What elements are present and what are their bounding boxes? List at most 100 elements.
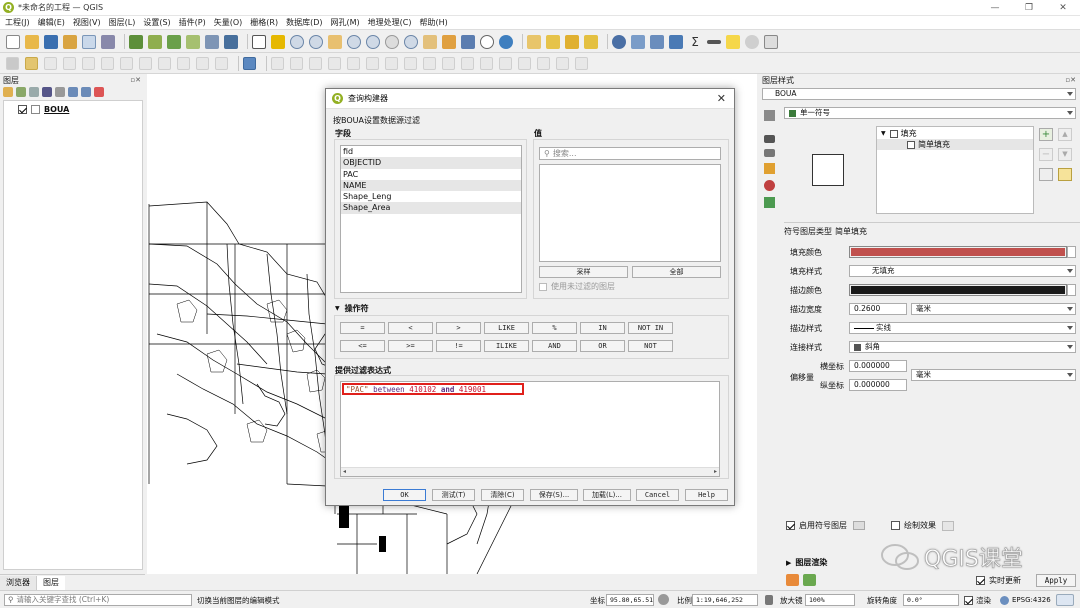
add-raster-icon[interactable] bbox=[167, 34, 181, 49]
save-button[interactable]: 保存(S)... bbox=[530, 489, 578, 501]
op-less-equal-button[interactable]: <= bbox=[340, 340, 385, 352]
add-part-icon[interactable] bbox=[347, 56, 360, 70]
save-project-icon[interactable] bbox=[44, 34, 58, 49]
save-edits-icon[interactable] bbox=[44, 56, 57, 70]
locator-search-input[interactable]: ⚲ 请输入关键字查找 (Ctrl+K) bbox=[4, 594, 192, 606]
text-annotation-icon[interactable] bbox=[764, 34, 778, 49]
split-parts-icon[interactable] bbox=[518, 56, 531, 70]
open-layer-styling-icon[interactable] bbox=[3, 87, 13, 97]
zoom-selection-icon[interactable] bbox=[347, 34, 361, 49]
add-vector-icon[interactable] bbox=[148, 34, 162, 49]
lock-color-button[interactable] bbox=[1058, 168, 1072, 181]
values-list[interactable] bbox=[539, 164, 721, 262]
panel-float-close-icon[interactable]: ▫✕ bbox=[130, 76, 141, 84]
open-table-icon[interactable] bbox=[631, 34, 645, 49]
duplicate-layer-button[interactable] bbox=[1039, 168, 1053, 181]
clear-button[interactable]: 清除(C) bbox=[481, 489, 524, 501]
minimize-button[interactable]: — bbox=[978, 0, 1012, 16]
field-item[interactable]: fid bbox=[341, 146, 521, 157]
collapse-arrow-icon[interactable]: ▶ bbox=[786, 559, 791, 567]
op-less-than-button[interactable]: < bbox=[388, 322, 433, 334]
layer-render-row[interactable]: ▶ 图层渲染 bbox=[786, 557, 827, 568]
op-greater-equal-button[interactable]: >= bbox=[388, 340, 433, 352]
trim-extend-icon[interactable] bbox=[480, 56, 493, 70]
paste-icon[interactable] bbox=[177, 56, 190, 70]
pan-icon[interactable] bbox=[252, 34, 266, 49]
field-item[interactable]: Shape_Leng bbox=[341, 191, 521, 202]
field-item[interactable]: OBJECTID bbox=[341, 157, 521, 169]
menu-edit[interactable]: 编辑(E) bbox=[38, 16, 65, 30]
add-feature-icon[interactable] bbox=[82, 56, 95, 70]
op-or-button[interactable]: OR bbox=[580, 340, 625, 352]
menu-view[interactable]: 视图(V) bbox=[73, 16, 101, 30]
dialog-close-icon[interactable]: ✕ bbox=[717, 92, 726, 105]
toggle-extents-icon[interactable] bbox=[658, 594, 669, 605]
op-not-in-button[interactable]: NOT IN bbox=[628, 322, 673, 334]
new-bookmark-icon[interactable] bbox=[423, 34, 437, 49]
test-button[interactable]: 测试(T) bbox=[432, 489, 475, 501]
refresh-icon[interactable] bbox=[499, 34, 513, 49]
coordinate-field[interactable]: 95.80,65.51 bbox=[606, 594, 654, 606]
measure-icon[interactable] bbox=[707, 39, 721, 44]
op-like-button[interactable]: LIKE bbox=[484, 322, 529, 334]
menu-raster[interactable]: 栅格(R) bbox=[250, 16, 278, 30]
draw-effects-checkbox[interactable] bbox=[891, 521, 900, 530]
help-button[interactable]: Help bbox=[685, 489, 728, 501]
digitize-icon[interactable] bbox=[63, 56, 76, 70]
op-not-button[interactable]: NOT bbox=[628, 340, 673, 352]
enable-symbol-layer-checkbox[interactable] bbox=[786, 521, 795, 530]
menu-settings[interactable]: 设置(S) bbox=[143, 16, 170, 30]
filter-expression-icon[interactable] bbox=[55, 87, 65, 97]
open-project-icon[interactable] bbox=[25, 34, 39, 49]
op-percent-button[interactable]: % bbox=[532, 322, 577, 334]
toggle-editing-icon[interactable] bbox=[25, 56, 38, 70]
op-not-equal-button[interactable]: != bbox=[436, 340, 481, 352]
select-by-value-icon[interactable] bbox=[546, 34, 560, 49]
all-button[interactable]: 全部 bbox=[632, 266, 721, 278]
menu-processing[interactable]: 地理处理(C) bbox=[368, 16, 412, 30]
zoom-layer-icon[interactable] bbox=[366, 34, 380, 49]
redo-icon[interactable] bbox=[215, 56, 228, 70]
new-project-icon[interactable] bbox=[6, 34, 20, 49]
annotation-icon[interactable] bbox=[745, 34, 759, 49]
magnifier-spinbox[interactable]: 100% bbox=[805, 594, 855, 606]
add-ring-icon[interactable] bbox=[328, 56, 341, 70]
map-tips-icon[interactable] bbox=[726, 34, 740, 49]
rotate-feature-icon[interactable] bbox=[290, 56, 303, 70]
save-as-icon[interactable] bbox=[63, 34, 77, 49]
zoom-in-icon[interactable] bbox=[290, 34, 304, 49]
filter-expression-editor[interactable]: "PAC" between 410102 and 419001 ◂ ▸ bbox=[340, 381, 720, 477]
undo-style-icon[interactable] bbox=[786, 574, 799, 586]
split-features-icon[interactable] bbox=[499, 56, 512, 70]
delete-selected-icon[interactable] bbox=[120, 56, 133, 70]
ok-button[interactable]: OK bbox=[383, 489, 426, 501]
add-layer-icon[interactable] bbox=[129, 34, 143, 49]
stroke-width-spinbox[interactable]: 0.2600 bbox=[849, 303, 907, 315]
menu-mesh[interactable]: 网孔(M) bbox=[331, 16, 360, 30]
clock-icon[interactable] bbox=[480, 34, 494, 49]
merge-attributes-icon[interactable] bbox=[556, 56, 569, 70]
menu-layer[interactable]: 图层(L) bbox=[109, 16, 136, 30]
renderer-combo[interactable]: 单一符号 bbox=[784, 107, 1076, 119]
render-checkbox[interactable] bbox=[964, 595, 973, 605]
menu-plugins[interactable]: 插件(P) bbox=[179, 16, 206, 30]
3d-view-icon[interactable] bbox=[764, 163, 775, 174]
live-update-checkbox[interactable] bbox=[976, 576, 985, 585]
crs-indicator[interactable]: EPSG:4326 bbox=[1000, 595, 1051, 605]
sample-button[interactable]: 采样 bbox=[539, 266, 628, 278]
simplify-icon[interactable] bbox=[309, 56, 322, 70]
lock-scale-icon[interactable] bbox=[765, 595, 773, 605]
zoom-out-icon[interactable] bbox=[309, 34, 323, 49]
pan-to-selection-icon[interactable] bbox=[271, 34, 285, 49]
fill-ring-icon[interactable] bbox=[366, 56, 379, 70]
scroll-right-icon[interactable]: ▸ bbox=[714, 468, 717, 475]
advanced-digitizing-icon[interactable] bbox=[271, 56, 284, 70]
offset-x-spinbox[interactable]: 0.000000 bbox=[849, 360, 907, 372]
temporal-controller-icon[interactable] bbox=[461, 34, 475, 49]
menu-vector[interactable]: 矢量(O) bbox=[214, 16, 243, 30]
show-bookmarks-icon[interactable] bbox=[442, 34, 456, 49]
tree-expand-icon[interactable]: ▼ bbox=[881, 130, 886, 137]
operators-collapse-icon[interactable]: ▼ bbox=[335, 305, 340, 312]
paint-brush-icon[interactable] bbox=[764, 110, 775, 121]
database-icon[interactable] bbox=[243, 56, 256, 70]
